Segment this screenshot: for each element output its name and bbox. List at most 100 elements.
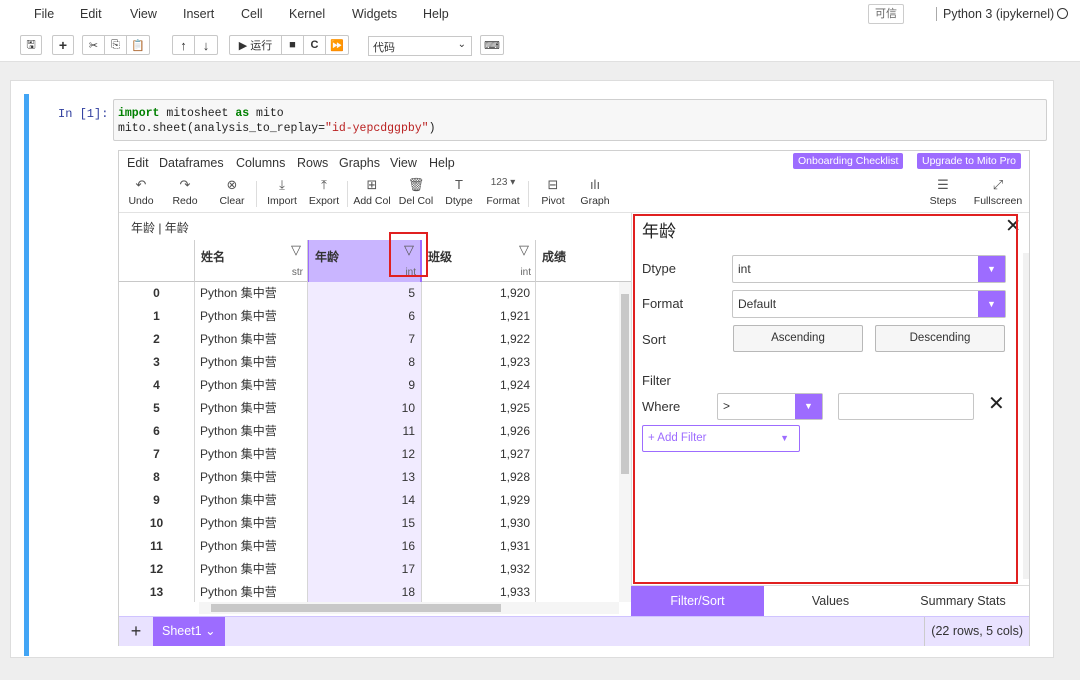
class-cell[interactable]: 1,921: [422, 305, 536, 328]
age-cell[interactable]: 16: [308, 535, 422, 558]
class-cell[interactable]: 1,928: [422, 466, 536, 489]
age-cell[interactable]: 17: [308, 558, 422, 581]
mito-menu-dataframes[interactable]: Dataframes: [159, 156, 224, 170]
export-button[interactable]: ⤒ Export: [302, 177, 346, 207]
fast-forward-icon[interactable]: ⏩: [326, 36, 348, 54]
steps-button[interactable]: ☰ Steps: [921, 177, 965, 207]
score-cell[interactable]: [536, 443, 626, 466]
horizontal-scrollbar[interactable]: [199, 602, 619, 614]
mito-menu-rows[interactable]: Rows: [297, 156, 328, 170]
age-cell[interactable]: 11: [308, 420, 422, 443]
name-cell[interactable]: Python 集中营: [195, 305, 308, 328]
column-header-name[interactable]: 姓名 ▽ str: [195, 240, 308, 282]
score-cell[interactable]: [536, 305, 626, 328]
class-cell[interactable]: 1,923: [422, 351, 536, 374]
age-cell[interactable]: 10: [308, 397, 422, 420]
del-col-button[interactable]: 🗑 Del Col: [394, 177, 438, 207]
class-cell[interactable]: 1,932: [422, 558, 536, 581]
column-header-class[interactable]: 班级 ▽ int: [422, 240, 536, 282]
name-cell[interactable]: Python 集中营: [195, 374, 308, 397]
score-cell[interactable]: [536, 328, 626, 351]
name-cell[interactable]: Python 集中营: [195, 420, 308, 443]
name-cell[interactable]: Python 集中营: [195, 558, 308, 581]
restart-icon[interactable]: C: [304, 36, 326, 54]
insert-cell-icon[interactable]: +: [52, 35, 74, 55]
menu-edit[interactable]: Edit: [80, 7, 102, 21]
class-cell[interactable]: 1,929: [422, 489, 536, 512]
menu-help[interactable]: Help: [423, 7, 449, 21]
move-down-icon[interactable]: ↓: [195, 36, 217, 54]
age-cell[interactable]: 14: [308, 489, 422, 512]
scroll-thumb[interactable]: [621, 294, 629, 474]
menu-kernel[interactable]: Kernel: [289, 7, 325, 21]
class-cell[interactable]: 1,920: [422, 282, 536, 305]
onboarding-checklist-button[interactable]: Onboarding Checklist: [793, 153, 904, 169]
name-cell[interactable]: Python 集中营: [195, 397, 308, 420]
filter-icon[interactable]: ▽: [519, 242, 529, 258]
pivot-button[interactable]: ⊟ Pivot: [531, 177, 575, 207]
add-col-button[interactable]: ⊞ Add Col: [350, 177, 394, 207]
menu-insert[interactable]: Insert: [183, 7, 214, 21]
age-cell[interactable]: 15: [308, 512, 422, 535]
cut-icon[interactable]: ✂: [83, 36, 105, 54]
fullscreen-button[interactable]: ⤢ Fullscreen: [969, 177, 1027, 207]
kernel-name[interactable]: Python 3 (ipykernel): [936, 7, 1054, 21]
name-cell[interactable]: Python 集中营: [195, 581, 308, 602]
age-cell[interactable]: 12: [308, 443, 422, 466]
keyboard-icon[interactable]: ⌨: [480, 35, 504, 55]
class-cell[interactable]: 1,930: [422, 512, 536, 535]
class-cell[interactable]: 1,922: [422, 328, 536, 351]
clear-button[interactable]: ⊗ Clear: [210, 177, 254, 207]
mito-menu-help[interactable]: Help: [429, 156, 455, 170]
scroll-thumb[interactable]: [211, 604, 501, 612]
name-cell[interactable]: Python 集中营: [195, 443, 308, 466]
age-cell[interactable]: 18: [308, 581, 422, 602]
age-cell[interactable]: 7: [308, 328, 422, 351]
score-cell[interactable]: [536, 351, 626, 374]
name-cell[interactable]: Python 集中营: [195, 282, 308, 305]
name-cell[interactable]: Python 集中营: [195, 535, 308, 558]
menu-file[interactable]: File: [34, 7, 54, 21]
save-icon[interactable]: 🖫: [20, 35, 42, 55]
code-input[interactable]: import mitosheet as mito mito.sheet(anal…: [113, 99, 1047, 141]
trusted-indicator[interactable]: 可信: [868, 4, 904, 24]
menu-widgets[interactable]: Widgets: [352, 7, 397, 21]
format-button[interactable]: 123 ▾ Format: [481, 177, 525, 207]
redo-button[interactable]: ↷ Redo: [163, 177, 207, 207]
score-cell[interactable]: [536, 581, 626, 602]
name-cell[interactable]: Python 集中营: [195, 351, 308, 374]
class-cell[interactable]: 1,925: [422, 397, 536, 420]
score-cell[interactable]: [536, 535, 626, 558]
menu-view[interactable]: View: [130, 7, 157, 21]
name-cell[interactable]: Python 集中营: [195, 328, 308, 351]
copy-icon[interactable]: ⎘: [105, 36, 127, 54]
class-cell[interactable]: 1,924: [422, 374, 536, 397]
move-up-icon[interactable]: ↑: [173, 36, 195, 54]
score-cell[interactable]: [536, 466, 626, 489]
tab-filter-sort[interactable]: Filter/Sort: [631, 586, 764, 616]
mito-menu-view[interactable]: View: [390, 156, 417, 170]
score-cell[interactable]: [536, 489, 626, 512]
age-cell[interactable]: 13: [308, 466, 422, 489]
class-cell[interactable]: 1,933: [422, 581, 536, 602]
stop-icon[interactable]: ■: [282, 36, 304, 54]
import-button[interactable]: ⤓ Import: [260, 177, 304, 207]
undo-button[interactable]: ↶ Undo: [119, 177, 163, 207]
class-cell[interactable]: 1,931: [422, 535, 536, 558]
vertical-scrollbar[interactable]: [619, 282, 631, 602]
paste-icon[interactable]: 📋: [127, 36, 149, 54]
dtype-button[interactable]: T Dtype: [437, 177, 481, 207]
add-sheet-button[interactable]: +: [119, 617, 153, 646]
name-cell[interactable]: Python 集中营: [195, 466, 308, 489]
graph-button[interactable]: ılı Graph: [573, 177, 617, 207]
score-cell[interactable]: [536, 420, 626, 443]
tab-values[interactable]: Values: [764, 586, 897, 616]
tab-summary-stats[interactable]: Summary Stats: [897, 586, 1029, 616]
menu-cell[interactable]: Cell: [241, 7, 263, 21]
cell-type-select[interactable]: 代码 ⌄: [368, 36, 472, 56]
sheet-tab-sheet1[interactable]: Sheet1 ⌄: [153, 617, 225, 646]
mito-menu-graphs[interactable]: Graphs: [339, 156, 380, 170]
age-cell[interactable]: 8: [308, 351, 422, 374]
age-cell[interactable]: 9: [308, 374, 422, 397]
score-cell[interactable]: [536, 374, 626, 397]
